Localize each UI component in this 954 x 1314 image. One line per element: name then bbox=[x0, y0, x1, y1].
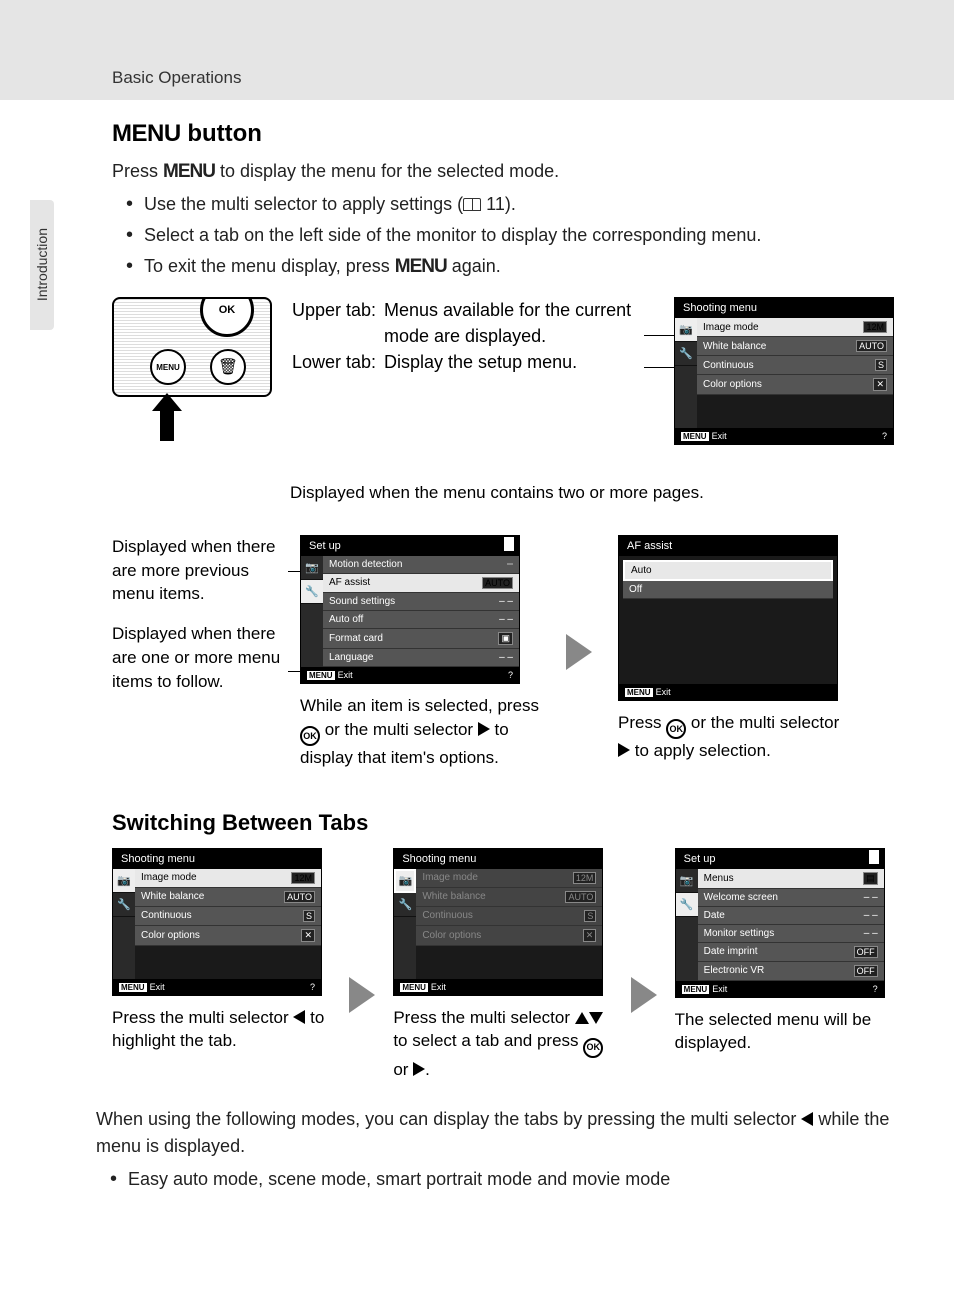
triangle-left-icon bbox=[801, 1112, 813, 1126]
closing-paragraph: When using the following modes, you can … bbox=[96, 1106, 894, 1160]
lcd-af-assist: AF assist Auto Off MENUExit bbox=[618, 535, 838, 701]
camera-tab-icon: 📷 bbox=[113, 869, 135, 893]
camera-illustration: OK MENU 🗑 bbox=[112, 297, 272, 437]
arrow-right-icon bbox=[631, 977, 657, 1013]
note-previous-items: Displayed when there are more previous m… bbox=[112, 535, 282, 606]
triangle-right-icon bbox=[413, 1062, 425, 1076]
row-1: OK MENU 🗑 Upper tab: Menus available for… bbox=[112, 297, 894, 445]
lower-tab-label: Lower tab: bbox=[292, 349, 384, 375]
row-2: Displayed when there are more previous m… bbox=[112, 535, 894, 770]
menu-glyph: MENU bbox=[112, 120, 181, 147]
triangle-left-icon bbox=[293, 1010, 305, 1024]
help-icon: ? bbox=[882, 431, 887, 441]
lcd-switch-2: Shooting menu 📷🔧 Image mode12M White bal… bbox=[393, 848, 603, 996]
wrench-tab-icon: 🔧 bbox=[113, 893, 135, 917]
callout-line bbox=[644, 367, 674, 368]
callout-line bbox=[644, 335, 674, 336]
tab-description: Upper tab: Menus available for the curre… bbox=[292, 297, 654, 375]
caption-s3: The selected menu will be displayed. bbox=[675, 1008, 894, 1056]
upper-tab-label: Upper tab: bbox=[292, 297, 384, 349]
ok-button-illust: OK bbox=[200, 297, 254, 337]
page-content: MENU button Press MENU to display the me… bbox=[0, 100, 954, 1217]
bullet-3: To exit the menu display, press MENU aga… bbox=[126, 253, 894, 282]
wrench-tab-icon: 🔧 bbox=[676, 893, 698, 917]
help-icon: ? bbox=[508, 670, 513, 680]
arrow-up-icon bbox=[152, 393, 182, 441]
trash-button-illust: 🗑 bbox=[210, 349, 246, 385]
triangle-right-icon bbox=[478, 722, 490, 736]
arrow-right-icon bbox=[566, 634, 592, 670]
triangle-up-icon bbox=[575, 1012, 589, 1024]
caption-s1: Press the multi selector to highlight th… bbox=[112, 1006, 331, 1054]
menu-button-illust: MENU bbox=[150, 349, 186, 385]
bullet-2: Select a tab on the left side of the mon… bbox=[126, 222, 894, 249]
note-following-items: Displayed when there are one or more men… bbox=[112, 622, 282, 693]
intro-paragraph: Press MENU to display the menu for the s… bbox=[112, 158, 894, 187]
camera-tab-icon: 📷 bbox=[675, 318, 697, 342]
triangle-right-icon bbox=[618, 743, 630, 757]
intro-text: Press MENU to display the menu for the s… bbox=[112, 158, 894, 281]
caption-mid-left: While an item is selected, press OK or t… bbox=[300, 694, 540, 770]
ok-icon: OK bbox=[300, 726, 320, 746]
heading-suffix: button bbox=[181, 120, 262, 147]
camera-tab-icon: 📷 bbox=[394, 869, 416, 893]
wrench-tab-icon: 🔧 bbox=[301, 580, 323, 604]
lower-tab-text: Display the setup menu. bbox=[384, 349, 577, 375]
wrench-tab-icon: 🔧 bbox=[675, 342, 697, 366]
upper-tab-text: Menus available for the current mode are… bbox=[384, 297, 654, 349]
lcd-shooting-menu: Shooting menu 📷 🔧 Image mode12M White ba… bbox=[674, 297, 894, 445]
scroll-indicator-icon bbox=[503, 536, 515, 552]
camera-tab-icon: 📷 bbox=[301, 556, 323, 580]
heading-switching-tabs: Switching Between Tabs bbox=[112, 810, 894, 836]
lcd-switch-1: Shooting menu 📷🔧 Image mode12M White bal… bbox=[112, 848, 322, 996]
row2-pre-caption: Displayed when the menu contains two or … bbox=[290, 481, 894, 505]
lcd-title: AF assist bbox=[619, 536, 837, 556]
triangle-down-icon bbox=[589, 1012, 603, 1024]
top-bullets: Use the multi selector to apply settings… bbox=[126, 191, 894, 282]
lcd-title: Shooting menu bbox=[675, 298, 893, 318]
book-icon bbox=[463, 198, 481, 211]
header-bar: Basic Operations bbox=[0, 0, 954, 100]
lcd-sidebar: 📷 🔧 bbox=[675, 318, 697, 428]
header-section-title: Basic Operations bbox=[112, 68, 241, 88]
caption-s2: Press the multi selector to select a tab… bbox=[393, 1006, 612, 1082]
lcd-switch-3: Set up 📷🔧 Menus▤ Welcome screen– – Date–… bbox=[675, 848, 885, 998]
ok-icon: OK bbox=[666, 719, 686, 739]
camera-tab-icon: 📷 bbox=[676, 869, 698, 893]
lcd-title: Set up bbox=[301, 536, 519, 556]
ok-icon: OK bbox=[583, 1038, 603, 1058]
lcd-setup-menu: Set up 📷 🔧 Motion detection AF assistAUT… bbox=[300, 535, 520, 684]
heading-menu-button: MENU button bbox=[112, 120, 894, 148]
bullet-1: Use the multi selector to apply settings… bbox=[126, 191, 894, 218]
closing-bullet: Easy auto mode, scene mode, smart portra… bbox=[110, 1166, 894, 1193]
caption-mid-right: Press OK or the multi selector to apply … bbox=[618, 711, 848, 763]
row-3: Shooting menu 📷🔧 Image mode12M White bal… bbox=[112, 848, 894, 1082]
scroll-indicator-icon bbox=[868, 849, 880, 865]
wrench-tab-icon: 🔧 bbox=[394, 893, 416, 917]
arrow-right-icon bbox=[349, 977, 375, 1013]
lcd-rows: Image mode12M White balanceAUTO Continuo… bbox=[697, 318, 893, 428]
